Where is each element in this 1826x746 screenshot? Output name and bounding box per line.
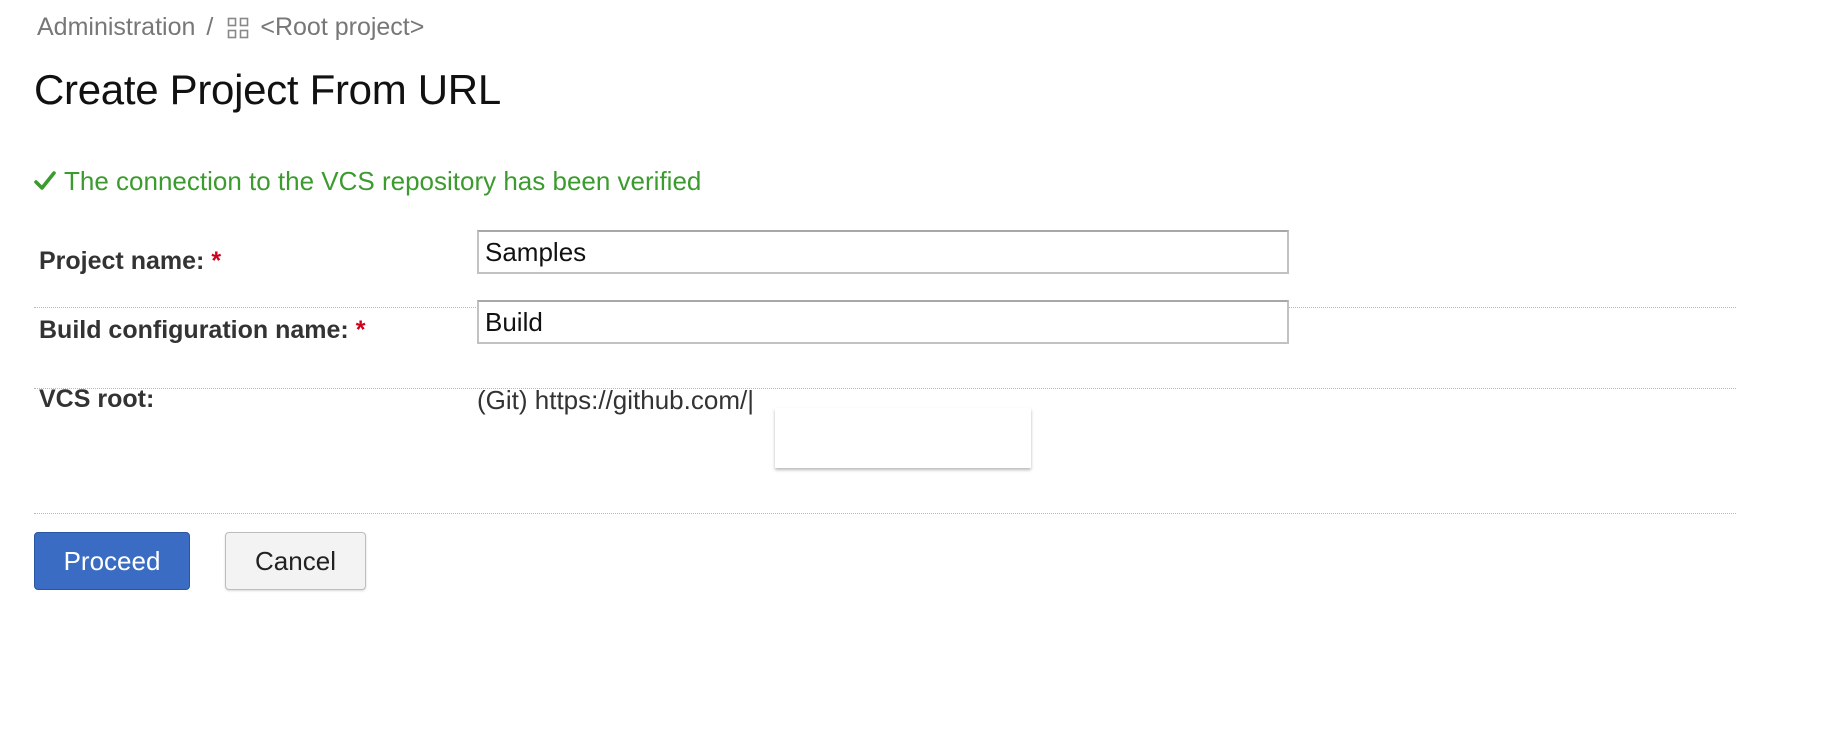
breadcrumb-separator: / bbox=[206, 12, 214, 41]
create-project-form: Project name:* Build configuration name:… bbox=[34, 230, 1736, 514]
required-marker: * bbox=[211, 247, 222, 275]
required-marker: * bbox=[355, 316, 366, 344]
breadcrumb: Administration / <Root project> bbox=[37, 10, 424, 44]
proceed-button[interactable]: Proceed bbox=[34, 532, 190, 590]
checkmark-icon bbox=[34, 171, 56, 190]
connection-verified-text: The connection to the VCS repository has… bbox=[64, 165, 702, 196]
breadcrumb-administration-link[interactable]: Administration bbox=[37, 13, 195, 42]
project-grid-icon bbox=[227, 17, 249, 39]
project-name-label-text: Project name: bbox=[39, 247, 205, 275]
project-name-input[interactable] bbox=[477, 230, 1289, 274]
form-buttons: Proceed Cancel bbox=[34, 532, 366, 590]
vcs-root-value: (Git) https://github.com/| bbox=[477, 385, 754, 415]
project-name-label: Project name: * bbox=[39, 247, 221, 276]
build-config-name-label-text: Build configuration name: bbox=[39, 316, 349, 344]
vcs-root-label: VCS root: bbox=[39, 385, 155, 413]
breadcrumb-root-project-link[interactable]: <Root project> bbox=[260, 13, 424, 42]
build-config-name-label: Build configuration name: * bbox=[39, 316, 365, 345]
page-title: Create Project From URL bbox=[34, 66, 501, 113]
connection-verified-message: The connection to the VCS repository has… bbox=[34, 163, 701, 199]
redaction-box bbox=[775, 408, 1031, 468]
build-config-name-input[interactable] bbox=[477, 300, 1289, 344]
cancel-button[interactable]: Cancel bbox=[225, 532, 366, 590]
